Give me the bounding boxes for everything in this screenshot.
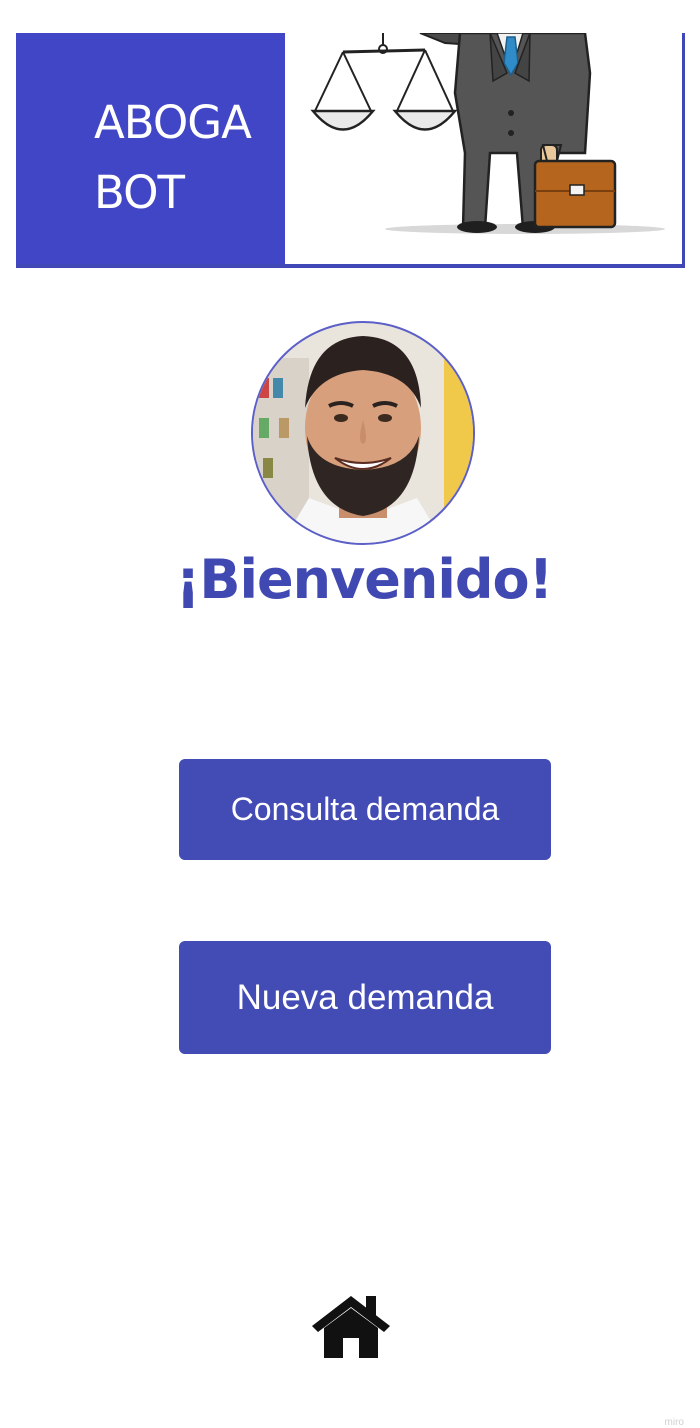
user-avatar: [249, 318, 477, 548]
logo-line-2: BOT: [94, 166, 185, 219]
consulta-demanda-button[interactable]: Consulta demanda: [179, 759, 551, 860]
nueva-demanda-button[interactable]: Nueva demanda: [179, 941, 551, 1054]
user-photo-icon: [251, 321, 475, 545]
home-icon: [312, 1296, 390, 1358]
lawyer-illustration: [285, 33, 682, 264]
logo-line-1: ABOGA: [94, 96, 252, 149]
header-banner: ABOGA BOT: [16, 33, 685, 268]
watermark: miro: [664, 1417, 684, 1428]
logo-text: ABOGA BOT: [94, 88, 252, 228]
logo-block: ABOGA BOT: [16, 33, 285, 264]
home-button[interactable]: [310, 1292, 392, 1360]
welcome-heading: ¡Bienvenido!: [175, 548, 554, 611]
